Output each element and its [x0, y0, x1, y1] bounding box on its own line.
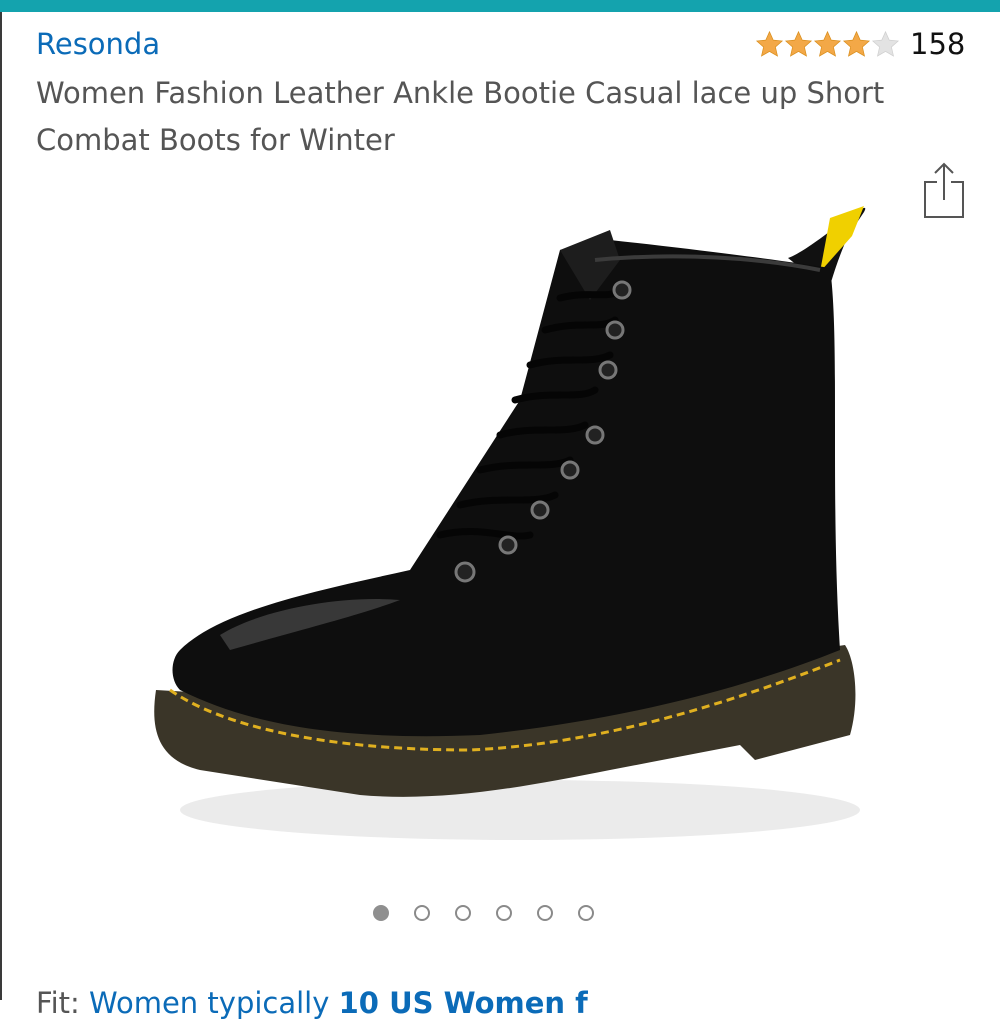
carousel-dot-1[interactable] — [373, 905, 389, 921]
star-filled-icon — [784, 30, 813, 57]
fit-label: Fit: — [36, 986, 80, 1020]
fit-value-link[interactable]: Women typically 10 US Women f — [89, 986, 588, 1020]
star-filled-icon — [842, 30, 871, 57]
carousel-dot-4[interactable] — [496, 905, 512, 921]
carousel-dot-2[interactable] — [414, 905, 430, 921]
top-accent-bar — [0, 0, 1000, 12]
carousel-dot-5[interactable] — [537, 905, 553, 921]
carousel-dot-3[interactable] — [455, 905, 471, 921]
star-rating — [755, 30, 900, 59]
boot-shadow — [180, 780, 860, 840]
fit-info: Fit: Women typically 10 US Women f — [36, 983, 588, 1023]
review-count: 158 — [910, 27, 966, 61]
brand-link[interactable]: Resonda — [36, 24, 160, 64]
image-carousel-indicator — [373, 905, 594, 921]
star-empty-icon — [871, 30, 900, 57]
product-title: Women Fashion Leather Ankle Bootie Casua… — [36, 76, 885, 157]
carousel-dot-6[interactable] — [578, 905, 594, 921]
share-icon[interactable] — [918, 160, 970, 222]
star-filled-icon — [755, 30, 784, 57]
left-frame-border — [0, 12, 2, 1000]
star-filled-icon — [813, 30, 842, 57]
rating-summary[interactable]: 158 — [755, 24, 965, 64]
fit-value-bold: 10 US Women f — [338, 986, 588, 1020]
product-image[interactable] — [140, 190, 880, 870]
fit-value-prefix: Women typically — [89, 986, 339, 1020]
boot-upper — [172, 240, 840, 737]
